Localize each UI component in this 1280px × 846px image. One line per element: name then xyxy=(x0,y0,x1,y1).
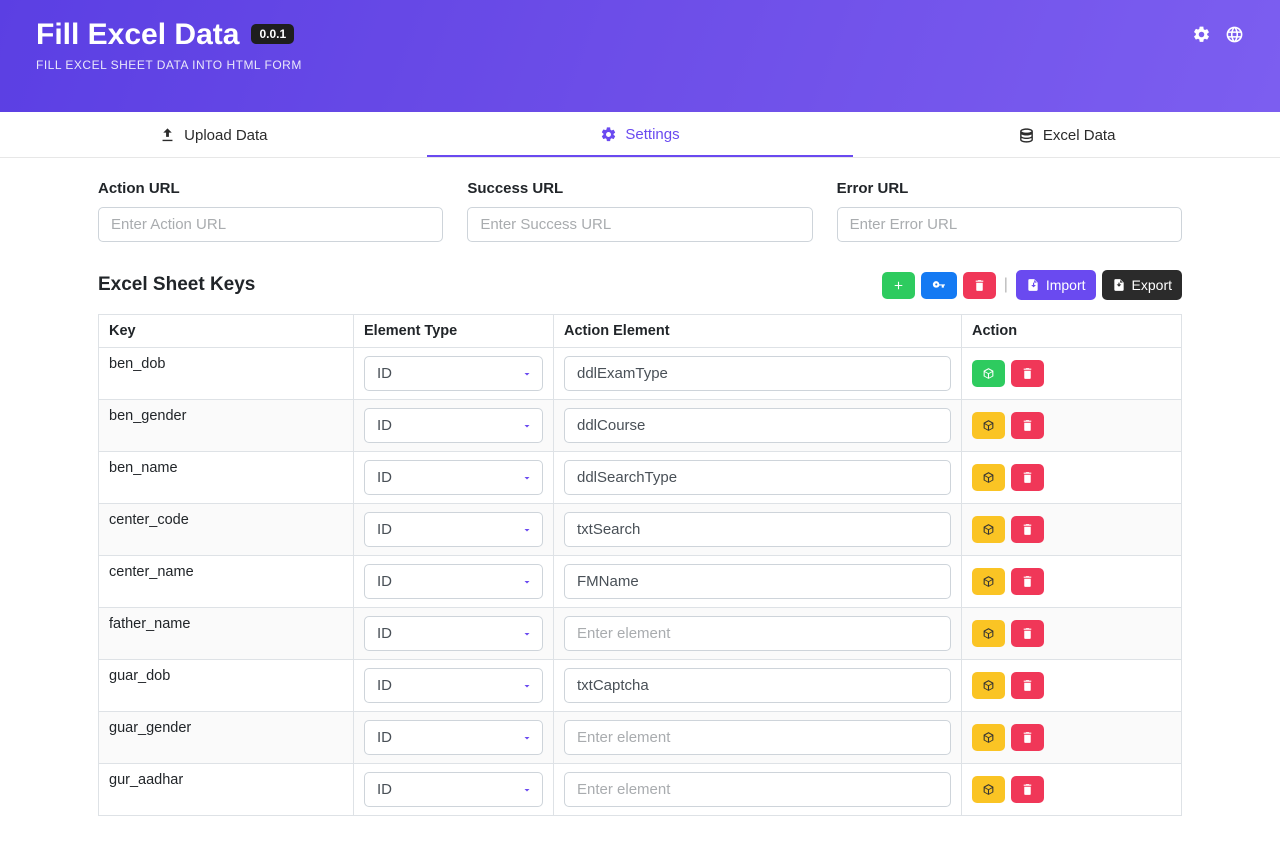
tab-settings-label: Settings xyxy=(625,126,679,143)
element-type-select[interactable] xyxy=(364,512,543,547)
app-subtitle: FILL EXCEL SHEET DATA INTO HTML FORM xyxy=(36,58,1244,72)
import-label: Import xyxy=(1046,277,1086,293)
gear-icon xyxy=(600,126,617,143)
key-cell: ben_dob xyxy=(99,348,354,400)
element-type-select[interactable] xyxy=(364,720,543,755)
table-row: ben_gender xyxy=(99,400,1182,452)
key-cell: guar_gender xyxy=(99,712,354,764)
action-url-input[interactable] xyxy=(98,207,443,242)
row-delete-button[interactable] xyxy=(1011,568,1044,595)
app-title: Fill Excel Data xyxy=(36,18,239,50)
tab-settings[interactable]: Settings xyxy=(427,112,854,157)
version-badge: 0.0.1 xyxy=(251,24,294,44)
row-delete-button[interactable] xyxy=(1011,620,1044,647)
row-action-button[interactable] xyxy=(972,412,1005,439)
element-type-select[interactable] xyxy=(364,616,543,651)
table-row: ben_name xyxy=(99,452,1182,504)
globe-icon[interactable] xyxy=(1225,25,1244,44)
success-url-input[interactable] xyxy=(467,207,812,242)
key-cell: center_name xyxy=(99,556,354,608)
error-url-input[interactable] xyxy=(837,207,1182,242)
export-button[interactable]: Export xyxy=(1102,270,1182,300)
plus-icon xyxy=(892,279,905,292)
database-icon xyxy=(1018,127,1035,144)
table-row: ben_dob xyxy=(99,348,1182,400)
trash-icon xyxy=(973,279,986,292)
app-header: Fill Excel Data 0.0.1 FILL EXCEL SHEET D… xyxy=(0,0,1280,112)
row-delete-button[interactable] xyxy=(1011,724,1044,751)
action-element-input[interactable] xyxy=(564,512,951,547)
toolbar-separator: | xyxy=(1002,276,1010,294)
key-cell: guar_dob xyxy=(99,660,354,712)
row-delete-button[interactable] xyxy=(1011,776,1044,803)
element-type-select[interactable] xyxy=(364,668,543,703)
table-row: center_code xyxy=(99,504,1182,556)
element-type-select[interactable] xyxy=(364,408,543,443)
key-cell: center_code xyxy=(99,504,354,556)
table-row: guar_gender xyxy=(99,712,1182,764)
col-header-element: Action Element xyxy=(554,315,962,348)
row-action-button[interactable] xyxy=(972,464,1005,491)
key-icon xyxy=(931,279,947,292)
row-action-button[interactable] xyxy=(972,620,1005,647)
key-cell: father_name xyxy=(99,608,354,660)
tab-upload-data[interactable]: Upload Data xyxy=(0,112,427,157)
action-element-input[interactable] xyxy=(564,720,951,755)
add-key-button[interactable] xyxy=(882,272,915,299)
element-type-select[interactable] xyxy=(364,356,543,391)
file-import-icon xyxy=(1026,278,1040,292)
row-action-button[interactable] xyxy=(972,360,1005,387)
element-type-select[interactable] xyxy=(364,564,543,599)
table-row: father_name xyxy=(99,608,1182,660)
row-delete-button[interactable] xyxy=(1011,672,1044,699)
gear-icon[interactable] xyxy=(1192,25,1211,44)
upload-icon xyxy=(159,127,176,144)
row-action-button[interactable] xyxy=(972,776,1005,803)
secret-key-button[interactable] xyxy=(921,272,957,299)
key-cell: gur_aadhar xyxy=(99,764,354,816)
col-header-key: Key xyxy=(99,315,354,348)
action-element-input[interactable] xyxy=(564,356,951,391)
row-action-button[interactable] xyxy=(972,724,1005,751)
key-cell: ben_name xyxy=(99,452,354,504)
row-delete-button[interactable] xyxy=(1011,412,1044,439)
tab-upload-label: Upload Data xyxy=(184,127,267,144)
table-row: center_name xyxy=(99,556,1182,608)
element-type-select[interactable] xyxy=(364,460,543,495)
action-element-input[interactable] xyxy=(564,408,951,443)
export-label: Export xyxy=(1132,277,1172,293)
main-tabs: Upload Data Settings Excel Data xyxy=(0,112,1280,158)
element-type-select[interactable] xyxy=(364,772,543,807)
keys-toolbar: | Import Export xyxy=(882,270,1182,300)
table-row: gur_aadhar xyxy=(99,764,1182,816)
error-url-label: Error URL xyxy=(837,180,1182,197)
action-element-input[interactable] xyxy=(564,564,951,599)
row-action-button[interactable] xyxy=(972,516,1005,543)
row-action-button[interactable] xyxy=(972,672,1005,699)
tab-excel-data[interactable]: Excel Data xyxy=(853,112,1280,157)
row-delete-button[interactable] xyxy=(1011,464,1044,491)
file-export-icon xyxy=(1112,278,1126,292)
col-header-type: Element Type xyxy=(354,315,554,348)
brand: Fill Excel Data 0.0.1 xyxy=(36,18,294,50)
keys-table: Key Element Type Action Element Action b… xyxy=(98,314,1182,816)
action-element-input[interactable] xyxy=(564,616,951,651)
table-row: guar_dob xyxy=(99,660,1182,712)
col-header-action: Action xyxy=(962,315,1182,348)
row-delete-button[interactable] xyxy=(1011,360,1044,387)
import-button[interactable]: Import xyxy=(1016,270,1096,300)
tab-excel-label: Excel Data xyxy=(1043,127,1116,144)
key-cell: ben_gender xyxy=(99,400,354,452)
action-element-input[interactable] xyxy=(564,668,951,703)
row-delete-button[interactable] xyxy=(1011,516,1044,543)
success-url-label: Success URL xyxy=(467,180,812,197)
row-action-button[interactable] xyxy=(972,568,1005,595)
delete-all-button[interactable] xyxy=(963,272,996,299)
action-element-input[interactable] xyxy=(564,460,951,495)
action-element-input[interactable] xyxy=(564,772,951,807)
section-title: Excel Sheet Keys xyxy=(98,274,255,296)
action-url-label: Action URL xyxy=(98,180,443,197)
